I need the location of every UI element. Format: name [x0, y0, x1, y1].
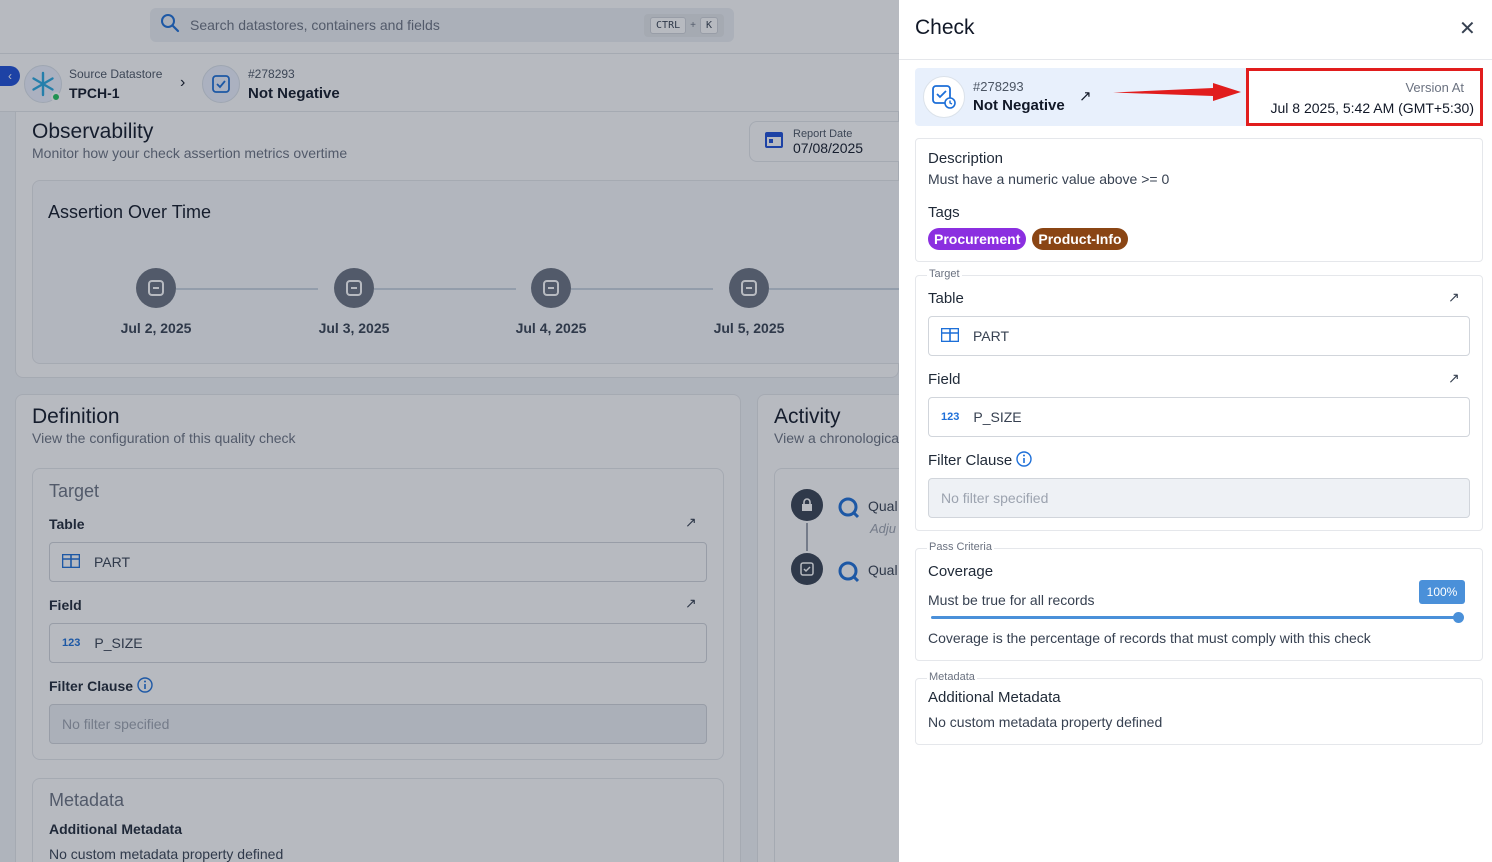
modal-backdrop[interactable] [0, 0, 899, 862]
table-label: Table [928, 290, 964, 307]
numeric-type-icon: 123 [941, 411, 960, 423]
pass-criteria-legend: Pass Criteria [927, 541, 994, 553]
table-field: PART [928, 316, 1470, 356]
table-icon [940, 327, 960, 345]
check-id: #278293 [973, 79, 1024, 94]
metadata-label: Additional Metadata [928, 689, 1061, 706]
field-value: P_SIZE [973, 409, 1022, 425]
drawer-title: Check [915, 16, 975, 39]
filter-placeholder: No filter specified [941, 490, 1049, 506]
metadata-legend: Metadata [927, 671, 977, 683]
field-field: 123 P_SIZE [928, 397, 1470, 437]
filter-label: Filter Clause [928, 452, 1013, 469]
description-label: Description [928, 150, 1004, 167]
close-icon[interactable]: ✕ [1459, 16, 1476, 41]
red-arrow-annotation [1113, 83, 1241, 101]
coverage-slider-thumb[interactable] [1453, 612, 1464, 623]
check-drawer: Check ✕ #278293 Not Negative ↗ Version A… [899, 0, 1492, 862]
version-highlight: Version At Jul 8 2025, 5:42 AM (GMT+5:30… [1246, 68, 1483, 126]
filter-field: No filter specified [928, 478, 1470, 518]
check-history-icon [923, 76, 965, 118]
tag-procurement[interactable]: Procurement [928, 228, 1027, 250]
coverage-label: Coverage [928, 563, 994, 580]
version-label: Version At [1405, 80, 1464, 95]
table-value: PART [973, 328, 1010, 344]
tag-product-info[interactable]: Product-Info [1032, 228, 1128, 250]
info-icon[interactable] [1016, 451, 1032, 472]
coverage-help: Coverage is the percentage of records th… [928, 630, 1371, 646]
metadata-text: No custom metadata property defined [928, 714, 1163, 730]
coverage-badge: 100% [1419, 580, 1465, 604]
drawer-divider [899, 59, 1492, 60]
target-legend: Target [927, 268, 962, 280]
field-label: Field [928, 371, 961, 388]
tag-list: Procurement Product-Info [928, 228, 1134, 250]
version-value: Jul 8 2025, 5:42 AM (GMT+5:30) [1270, 100, 1475, 116]
external-link-icon[interactable]: ↗ [1448, 289, 1460, 306]
external-link-icon[interactable]: ↗ [1448, 370, 1460, 387]
coverage-slider-track[interactable] [931, 616, 1458, 619]
coverage-text: Must be true for all records [928, 592, 1095, 608]
tags-label: Tags [928, 204, 960, 221]
check-name: Not Negative [973, 97, 1065, 114]
external-link-icon[interactable]: ↗ [1079, 87, 1092, 105]
description-text: Must have a numeric value above >= 0 [928, 171, 1170, 187]
